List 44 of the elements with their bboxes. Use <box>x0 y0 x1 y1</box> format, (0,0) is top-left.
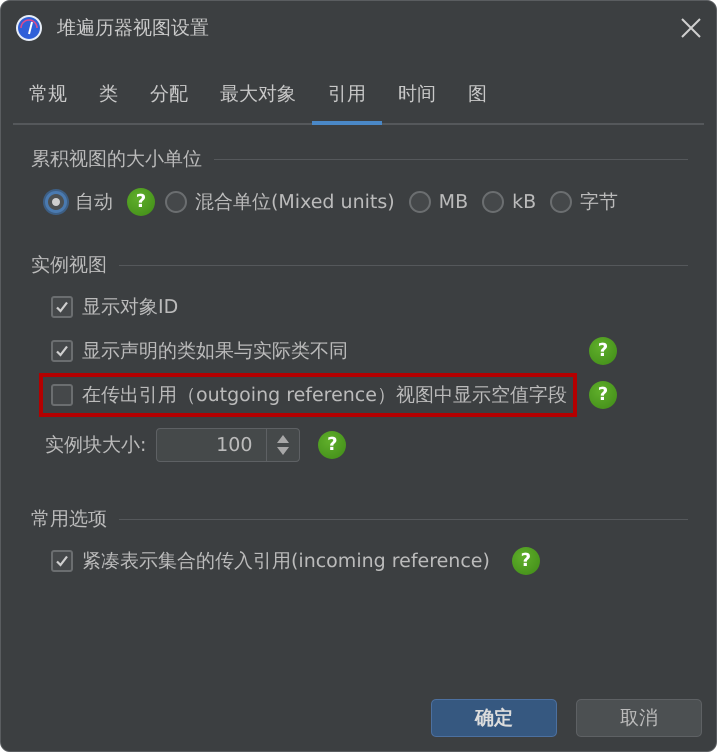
tab[interactable]: 最大对象 <box>204 67 312 125</box>
up-down-icon[interactable] <box>276 434 290 456</box>
check-icon <box>54 343 70 359</box>
checkbox[interactable] <box>51 384 73 406</box>
section-title: 实例视图 <box>31 253 107 278</box>
radio-button[interactable] <box>482 191 504 213</box>
checkbox-option[interactable]: 显示声明的类如果与实际类不同 <box>51 338 348 364</box>
section-title: 常用选项 <box>31 507 107 532</box>
section-title: 累积视图的大小单位 <box>31 147 202 172</box>
field-label: 实例块大小: <box>45 433 146 458</box>
help-icon[interactable]: ? <box>512 547 540 575</box>
checkbox-option[interactable]: 显示对象ID <box>51 294 178 320</box>
radio-button[interactable] <box>550 191 572 213</box>
radio-option[interactable]: 字节 <box>550 189 618 215</box>
help-icon[interactable]: ? <box>588 337 617 365</box>
help-icon[interactable]: ? <box>127 188 155 216</box>
tab[interactable]: 类 <box>83 67 134 125</box>
tab[interactable]: 引用 <box>312 67 382 125</box>
tab[interactable]: 常规 <box>13 67 83 125</box>
tab[interactable]: 分配 <box>134 67 204 125</box>
number-spinner[interactable]: 100 <box>156 428 300 462</box>
help-icon[interactable]: ? <box>318 431 346 459</box>
radio-button[interactable] <box>45 191 67 213</box>
window-title: 堆遍历器视图设置 <box>57 16 210 41</box>
gauge-icon <box>15 14 43 42</box>
help-icon[interactable]: ? <box>588 381 617 409</box>
ok-button[interactable]: 确定 <box>431 699 557 737</box>
tab[interactable]: 图 <box>452 67 503 125</box>
checkbox[interactable] <box>51 340 73 362</box>
checkbox[interactable] <box>51 296 73 318</box>
radio-option[interactable]: 混合单位(Mixed units) <box>165 189 395 215</box>
check-icon <box>54 299 70 315</box>
cancel-button[interactable]: 取消 <box>576 699 702 737</box>
checkbox[interactable] <box>51 550 73 572</box>
radio-option[interactable]: 自动 <box>45 189 113 215</box>
radio-button[interactable] <box>408 191 431 213</box>
close-icon[interactable] <box>680 17 702 39</box>
tab[interactable]: 时间 <box>382 67 452 125</box>
radio-button[interactable] <box>165 191 187 213</box>
radio-option[interactable]: MB <box>408 191 468 213</box>
checkbox-option[interactable]: 在传出引用（outgoing reference）视图中显示空值字段 <box>51 382 567 408</box>
checkbox-option[interactable]: 紧凑表示集合的传入引用(incoming reference) <box>51 548 490 574</box>
radio-option[interactable]: kB <box>482 191 536 213</box>
check-icon <box>54 553 70 569</box>
